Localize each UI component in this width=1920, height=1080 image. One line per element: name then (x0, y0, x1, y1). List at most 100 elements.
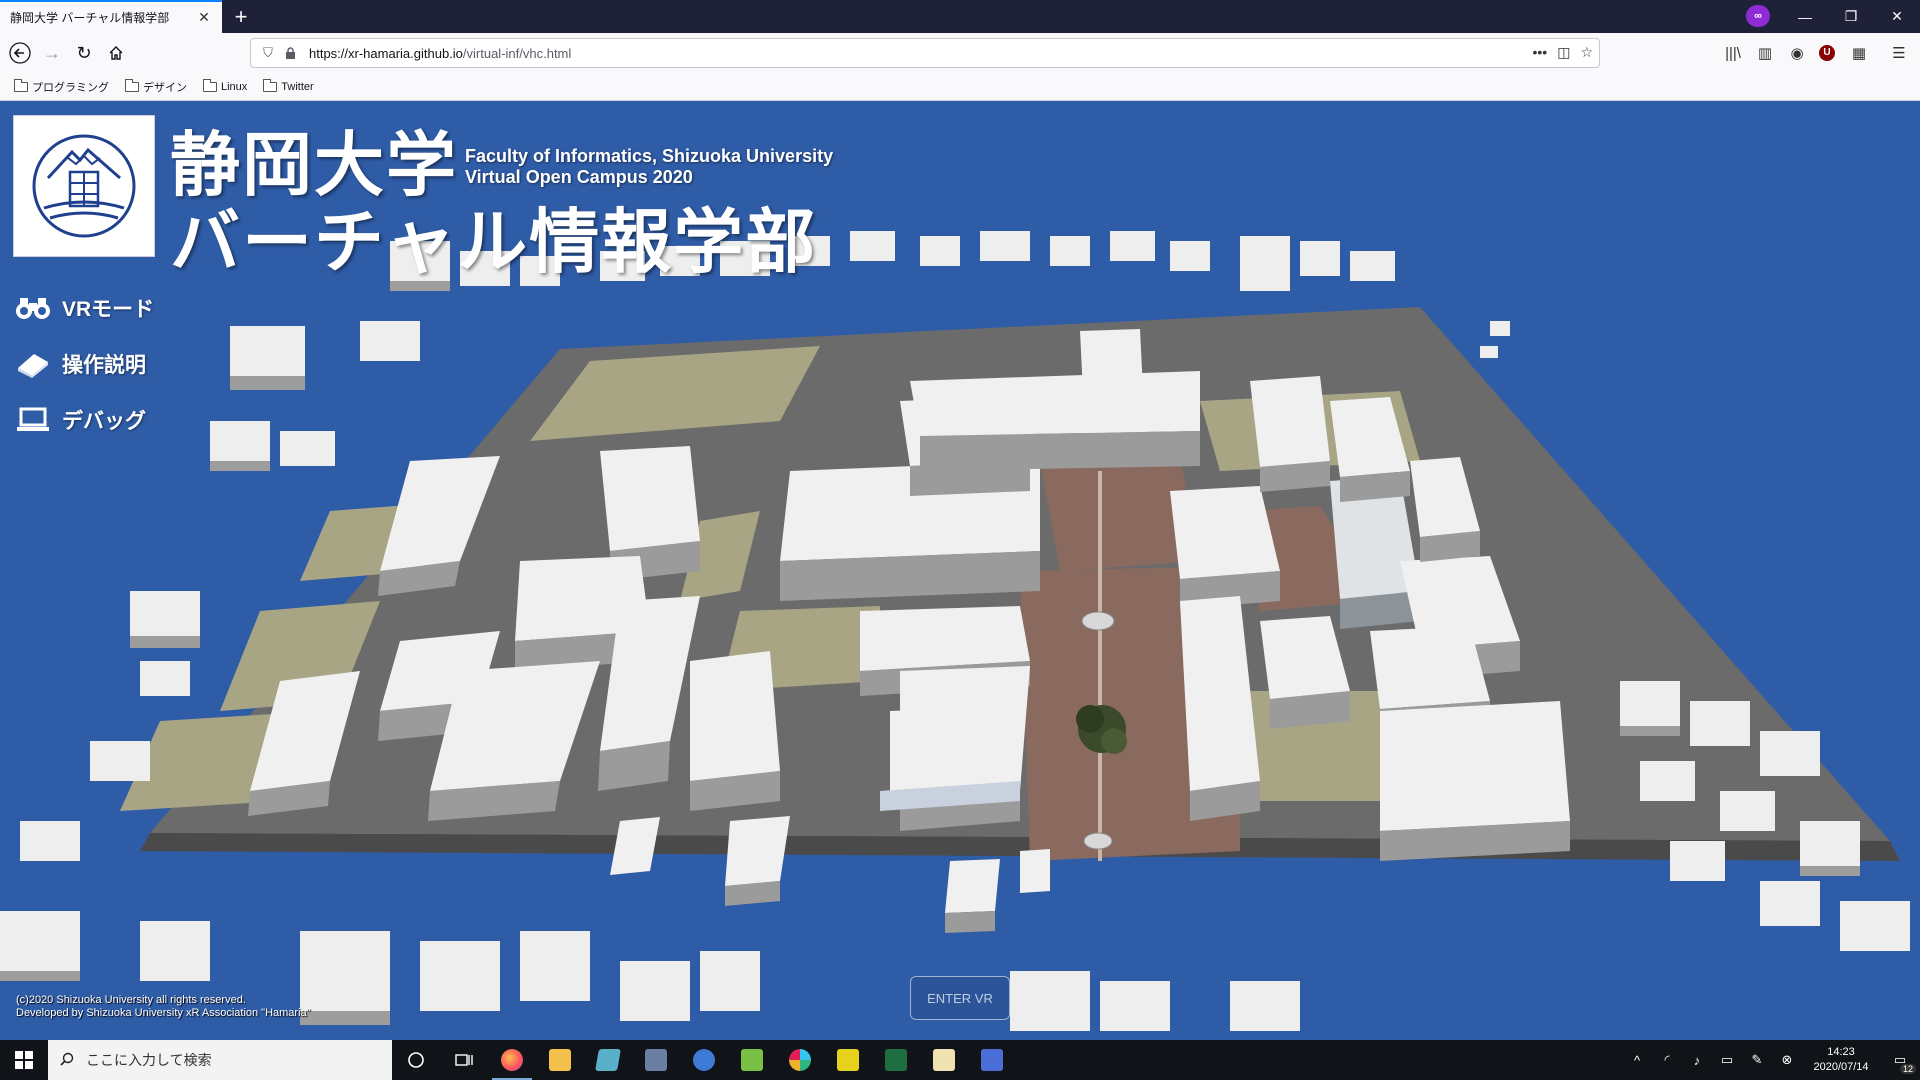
bookmark-star-icon[interactable]: ☆ (1580, 44, 1593, 61)
tab-title: 静岡大学 バーチャル情報学部 (10, 11, 170, 25)
menu-vr-mode[interactable]: VRモード (14, 291, 154, 325)
editor-app-icon (741, 1049, 763, 1071)
bookmark-folder-twitter[interactable]: Twitter (259, 78, 317, 95)
taskbar-firefox[interactable] (488, 1040, 536, 1080)
home-icon (109, 46, 123, 60)
back-button[interactable] (6, 39, 34, 67)
new-tab-button[interactable]: + (228, 4, 254, 30)
taskbar-app-11[interactable] (968, 1040, 1016, 1080)
menu-debug[interactable]: デバッグ (14, 403, 146, 437)
enter-vr-button[interactable]: ENTER VR (910, 976, 1010, 1020)
private-browsing-icon: ∞ (1746, 5, 1770, 27)
taskbar-slack[interactable] (776, 1040, 824, 1080)
ime-icon[interactable]: ⊗ (1772, 1040, 1802, 1080)
menu-vr-mode-label: VRモード (62, 298, 155, 321)
volume-icon[interactable]: ♪ (1682, 1040, 1712, 1080)
taskbar-app-3[interactable] (584, 1040, 632, 1080)
close-window-button[interactable]: ✕ (1874, 0, 1920, 33)
folder-icon (125, 78, 139, 92)
browser-tab[interactable]: 静岡大学 バーチャル情報学部 ✕ (0, 0, 222, 33)
taskbar-app-10[interactable] (920, 1040, 968, 1080)
calculator-icon (645, 1049, 667, 1071)
slack-icon (789, 1049, 811, 1071)
bookmark-folder-linux[interactable]: Linux (199, 78, 251, 95)
windows-taskbar: ここに入力して検索 ^ ◜ ♪ ▭ ✎ ⊗ 14:23 2020/07/14 ▭… (0, 1040, 1920, 1080)
excel-icon (885, 1049, 907, 1071)
folder-icon (549, 1049, 571, 1071)
home-button[interactable] (102, 39, 130, 67)
copyright-line1: (c)2020 Shizuoka University all rights r… (16, 994, 246, 1006)
bookmarks-toolbar: プログラミング デザイン Linux Twitter (0, 73, 1920, 101)
shizuoka-university-emblem-icon (32, 134, 136, 238)
clock-time: 14:23 (1827, 1046, 1855, 1058)
taskbar-excel[interactable] (872, 1040, 920, 1080)
copyright-line2: Developed by Shizuoka University xR Asso… (16, 1007, 311, 1019)
library-icon[interactable]: |||\ (1720, 40, 1746, 66)
cortana-icon (408, 1052, 424, 1068)
cloud-app-icon (693, 1049, 715, 1071)
taskbar-file-explorer[interactable] (536, 1040, 584, 1080)
battery-icon[interactable]: ▭ (1712, 1040, 1742, 1080)
clock-date: 2020/07/14 (1813, 1061, 1869, 1073)
folder-icon (14, 78, 28, 92)
book-icon (14, 349, 52, 379)
university-logo (13, 115, 155, 257)
extension-icon[interactable]: ▦ (1846, 40, 1872, 66)
pen-icon[interactable]: ✎ (1742, 1040, 1772, 1080)
search-icon (60, 1052, 74, 1069)
start-button[interactable] (0, 1040, 48, 1080)
clock[interactable]: 14:23 2020/07/14 (1802, 1045, 1880, 1075)
taskbar-search-box[interactable]: ここに入力して検索 (48, 1040, 392, 1080)
chevron-up-icon[interactable]: ^ (1622, 1040, 1652, 1080)
page-title-jp-line2: バーチャル情報学部 (170, 205, 818, 282)
notification-button[interactable]: ▭ 12 (1880, 1040, 1920, 1080)
laptop-icon (14, 405, 52, 435)
back-arrow-icon (9, 42, 31, 64)
menu-instructions-label: 操作説明 (62, 354, 146, 377)
notification-count: 12 (1899, 1064, 1916, 1074)
taskbar-app-6[interactable] (728, 1040, 776, 1080)
sidebar-icon[interactable]: ▥ (1752, 40, 1778, 66)
task-view-button[interactable] (440, 1040, 488, 1080)
tab-close-icon[interactable]: ✕ (196, 9, 212, 26)
page-viewport: 静岡大学 バーチャル情報学部 Faculty of Informatics, S… (0, 101, 1920, 1040)
cortana-button[interactable] (392, 1040, 440, 1080)
minimize-button[interactable]: — (1782, 0, 1828, 33)
page-actions-icon[interactable]: ••• (1532, 44, 1547, 61)
taskbar-calculator[interactable] (632, 1040, 680, 1080)
tab-bar: 静岡大学 バーチャル情報学部 ✕ + ∞ — ❐ ✕ (0, 0, 1920, 33)
taskbar-app-5[interactable] (680, 1040, 728, 1080)
menu-icon[interactable]: ☰ (1886, 40, 1912, 66)
bookmark-folder-design[interactable]: デザイン (121, 77, 191, 97)
navigation-bar: → ↻ ⛉ https://xr-hamaria.github.io/virtu… (0, 33, 1920, 73)
taskbar-app-8[interactable] (824, 1040, 872, 1080)
page-title-en-line1: Faculty of Informatics, Shizuoka Univers… (465, 146, 834, 166)
task-view-icon (455, 1054, 473, 1066)
mail-app-icon (933, 1049, 955, 1071)
notes-app-icon (595, 1049, 621, 1071)
system-tray: ^ ◜ ♪ ▭ ✎ ⊗ 14:23 2020/07/14 ▭ 12 (1622, 1040, 1920, 1080)
reload-button[interactable]: ↻ (70, 39, 98, 67)
account-icon[interactable]: ◉ (1784, 40, 1810, 66)
bookmark-folder-programming[interactable]: プログラミング (10, 77, 113, 97)
menu-debug-label: デバッグ (62, 410, 146, 433)
shield-icon[interactable]: ⛉ (259, 44, 277, 62)
copyright-notice: (c)2020 Shizuoka University all rights r… (16, 994, 311, 1020)
folder-icon (203, 78, 217, 92)
firefox-icon (501, 1049, 523, 1071)
lock-icon[interactable] (281, 44, 299, 62)
game-app-icon (837, 1049, 859, 1071)
search-placeholder: ここに入力して検索 (86, 1052, 212, 1068)
ublock-icon[interactable]: U (1814, 40, 1840, 66)
network-icon[interactable]: ◜ (1652, 1040, 1682, 1080)
forward-button[interactable]: → (38, 39, 66, 67)
url-bar[interactable]: ⛉ https://xr-hamaria.github.io/virtual-i… (250, 38, 1600, 68)
menu-instructions[interactable]: 操作説明 (14, 347, 146, 381)
restore-button[interactable]: ❐ (1828, 0, 1874, 33)
url-text: https://xr-hamaria.github.io/virtual-inf… (309, 45, 572, 61)
page-title-en-line2: Virtual Open Campus 2020 (465, 167, 693, 187)
folder-icon (263, 78, 278, 92)
meeting-app-icon (981, 1049, 1003, 1071)
binoculars-icon (14, 293, 52, 323)
pocket-icon[interactable]: ◫ (1557, 44, 1570, 61)
